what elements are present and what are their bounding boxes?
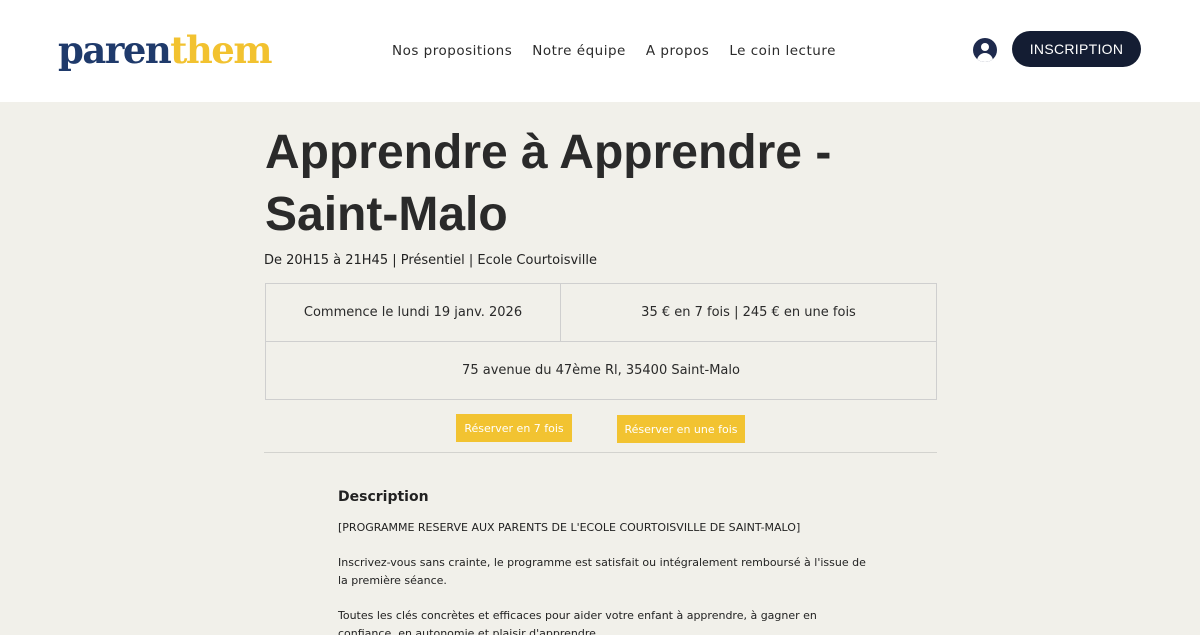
nav-item-equipe[interactable]: Notre équipe [532, 40, 626, 62]
logo-text-part2: them [170, 28, 272, 72]
book-single-payment-button[interactable]: Réserver en une fois [617, 415, 745, 443]
title-line-1: Apprendre à Apprendre - [265, 126, 832, 179]
nav-item-propositions[interactable]: Nos propositions [392, 40, 512, 62]
nav-item-a-propos[interactable]: A propos [646, 40, 709, 62]
avatar-head-shape [981, 43, 989, 51]
user-account-icon[interactable] [973, 38, 997, 62]
title-line-2: Saint-Malo [265, 188, 508, 241]
description-paragraph: Inscrivez-vous sans crainte, le programm… [338, 556, 866, 587]
event-start-date: Commence le lundi 19 janv. 2026 [266, 284, 561, 342]
description-paragraph: [PROGRAMME RESERVE AUX PARENTS DE L'ECOL… [338, 521, 801, 534]
section-divider [264, 452, 937, 453]
description-heading: Description [338, 489, 429, 505]
site-header: parenthem Nos propositions Notre équipe … [0, 0, 1200, 102]
book-7-installments-button[interactable]: Réserver en 7 fois [456, 414, 572, 442]
logo[interactable]: parenthem [58, 28, 272, 72]
nav-item-coin-lecture[interactable]: Le coin lecture [729, 40, 836, 62]
description-paragraph: Toutes les clés concrètes et efficaces p… [338, 609, 817, 635]
event-price: 35 € en 7 fois | 245 € en une fois [561, 284, 936, 342]
inscription-button[interactable]: INSCRIPTION [1012, 31, 1141, 67]
event-subtitle: De 20H15 à 21H45 | Présentiel | Ecole Co… [264, 253, 598, 268]
logo-text-part1: paren [58, 28, 172, 72]
avatar-body-shape [977, 53, 993, 62]
page-title: Apprendre à Apprendre - Saint-Malo [265, 122, 905, 246]
event-info-table: Commence le lundi 19 janv. 2026 35 € en … [265, 283, 937, 400]
main-nav: Nos propositions Notre équipe A propos L… [392, 40, 836, 62]
event-address: 75 avenue du 47ème Rl, 35400 Saint-Malo [462, 363, 740, 378]
